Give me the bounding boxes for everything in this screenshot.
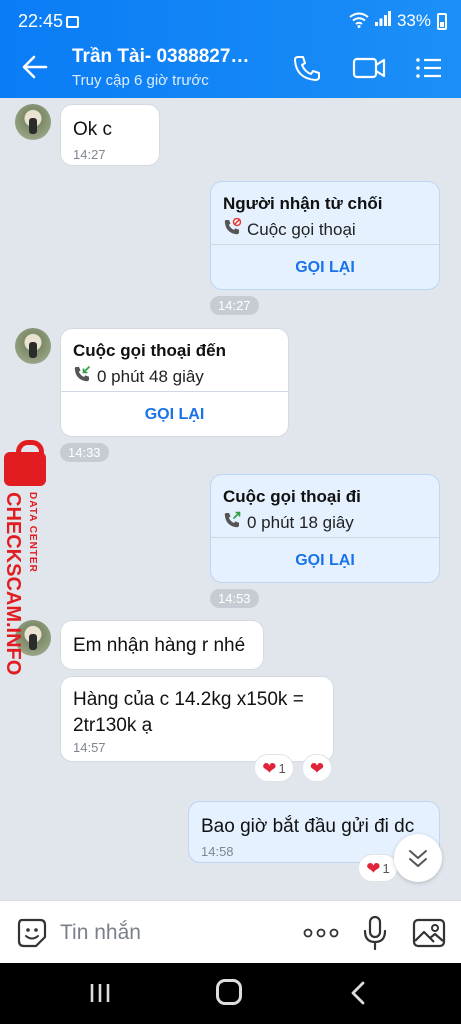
watermark-tagline: DATA CENTER — [27, 492, 38, 573]
call-title: Cuộc gọi thoại đến — [73, 341, 226, 360]
reaction-count: 1 — [278, 760, 286, 776]
contact-name[interactable]: Trần Tài- 0388827… — [72, 46, 262, 68]
message-time: 14:27 — [73, 147, 106, 162]
recent-apps-icon[interactable] — [88, 981, 112, 1005]
message-text: Bao giờ bắt đầu gửi đi dc — [201, 816, 415, 837]
message-bubble[interactable]: Hàng của c 14.2kg x150k = 2tr130k ạ 14:5… — [60, 676, 334, 762]
time-separator: 14:27 — [210, 296, 259, 315]
call-card-declined[interactable]: Người nhận từ chối Cuộc gọi thoại GỌI LẠ… — [210, 181, 440, 290]
time-separator: 14:53 — [210, 589, 259, 608]
battery-label: 33% — [396, 11, 431, 30]
incoming-call-icon — [73, 365, 91, 388]
sticker-icon[interactable] — [16, 917, 48, 949]
message-text: Hàng của c 14.2kg x150k = 2tr130k ạ — [73, 689, 304, 736]
chat-header: Trần Tài- 0388827… Truy cập 6 giờ trước — [0, 38, 461, 98]
checkscam-watermark: CHECKSCAM.INFO DATA CENTER — [2, 440, 52, 676]
contact-avatar[interactable] — [15, 328, 51, 364]
call-duration: 0 phút 18 giây — [247, 512, 354, 532]
message-text: Ok c — [73, 119, 113, 140]
heart-icon: ❤ — [366, 858, 381, 878]
time-separator: 14:33 — [60, 443, 109, 462]
missed-call-icon — [223, 217, 242, 241]
more-options-icon[interactable] — [302, 925, 340, 941]
contact-avatar[interactable] — [15, 104, 51, 140]
status-right: 33% — [349, 11, 447, 31]
status-bar: 22:45 33% — [0, 0, 461, 38]
message-time: 14:58 — [201, 844, 234, 859]
gallery-notification-icon — [66, 16, 79, 28]
call-subtitle: 0 phút 18 giây — [223, 511, 354, 534]
reaction-summary[interactable]: ❤ 1 — [254, 754, 294, 782]
wifi-icon — [349, 12, 369, 31]
call-back-button[interactable]: GỌI LẠI — [211, 537, 439, 582]
react-button[interactable]: ❤ — [302, 754, 332, 782]
phone-call-icon[interactable] — [292, 54, 322, 82]
reaction-summary[interactable]: ❤ 1 — [358, 854, 398, 882]
status-time: 22:45 — [18, 11, 64, 31]
heart-icon: ❤ — [262, 758, 277, 778]
home-icon[interactable] — [216, 979, 242, 1005]
call-back-button[interactable]: GỌI LẠI — [61, 391, 288, 436]
lock-icon — [4, 440, 46, 486]
microphone-icon[interactable] — [362, 915, 388, 951]
message-input[interactable]: Tin nhắn — [60, 921, 141, 945]
message-time: 14:57 — [73, 740, 106, 755]
call-card-incoming[interactable]: Cuộc gọi thoại đến 0 phút 48 giây GỌI LẠ… — [60, 328, 289, 437]
message-bubble[interactable]: Em nhận hàng r nhé — [60, 620, 264, 670]
watermark-brand: CHECKSCAM.INFO — [2, 492, 24, 676]
system-navigation-bar — [0, 963, 461, 1024]
menu-list-icon[interactable] — [414, 54, 444, 82]
back-nav-icon[interactable] — [348, 981, 368, 1005]
reaction-count: 1 — [382, 860, 390, 876]
message-text: Em nhận hàng r nhé — [73, 635, 246, 656]
call-title: Cuộc gọi thoại đi — [223, 487, 361, 506]
image-gallery-icon[interactable] — [412, 917, 446, 949]
call-type-label: Cuộc gọi thoại — [247, 219, 356, 239]
call-subtitle: Cuộc gọi thoại — [223, 217, 356, 241]
message-input-bar: Tin nhắn — [0, 900, 461, 963]
chevron-double-down-icon — [409, 850, 427, 867]
call-subtitle: 0 phút 48 giây — [73, 365, 204, 388]
call-back-button[interactable]: GỌI LẠI — [211, 244, 439, 289]
battery-icon — [437, 12, 447, 30]
message-list[interactable]: Ok c 14:27 Người nhận từ chối Cuộc gọi t… — [0, 98, 461, 900]
signal-icon — [374, 11, 391, 31]
call-duration: 0 phút 48 giây — [97, 366, 204, 386]
call-card-outgoing[interactable]: Cuộc gọi thoại đi 0 phút 18 giây GỌI LẠI — [210, 474, 440, 583]
heart-icon: ❤ — [309, 758, 325, 778]
video-call-icon[interactable] — [352, 54, 386, 82]
scroll-to-bottom-button[interactable] — [394, 834, 442, 882]
message-bubble[interactable]: Ok c 14:27 — [60, 104, 160, 166]
back-arrow-icon[interactable] — [20, 52, 50, 82]
outgoing-call-icon — [223, 511, 241, 534]
call-title: Người nhận từ chối — [223, 194, 383, 213]
last-seen-status: Truy cập 6 giờ trước — [72, 72, 209, 89]
top-bar: 22:45 33% Trần Tài- 0388827… Truy cập 6 … — [0, 0, 461, 98]
